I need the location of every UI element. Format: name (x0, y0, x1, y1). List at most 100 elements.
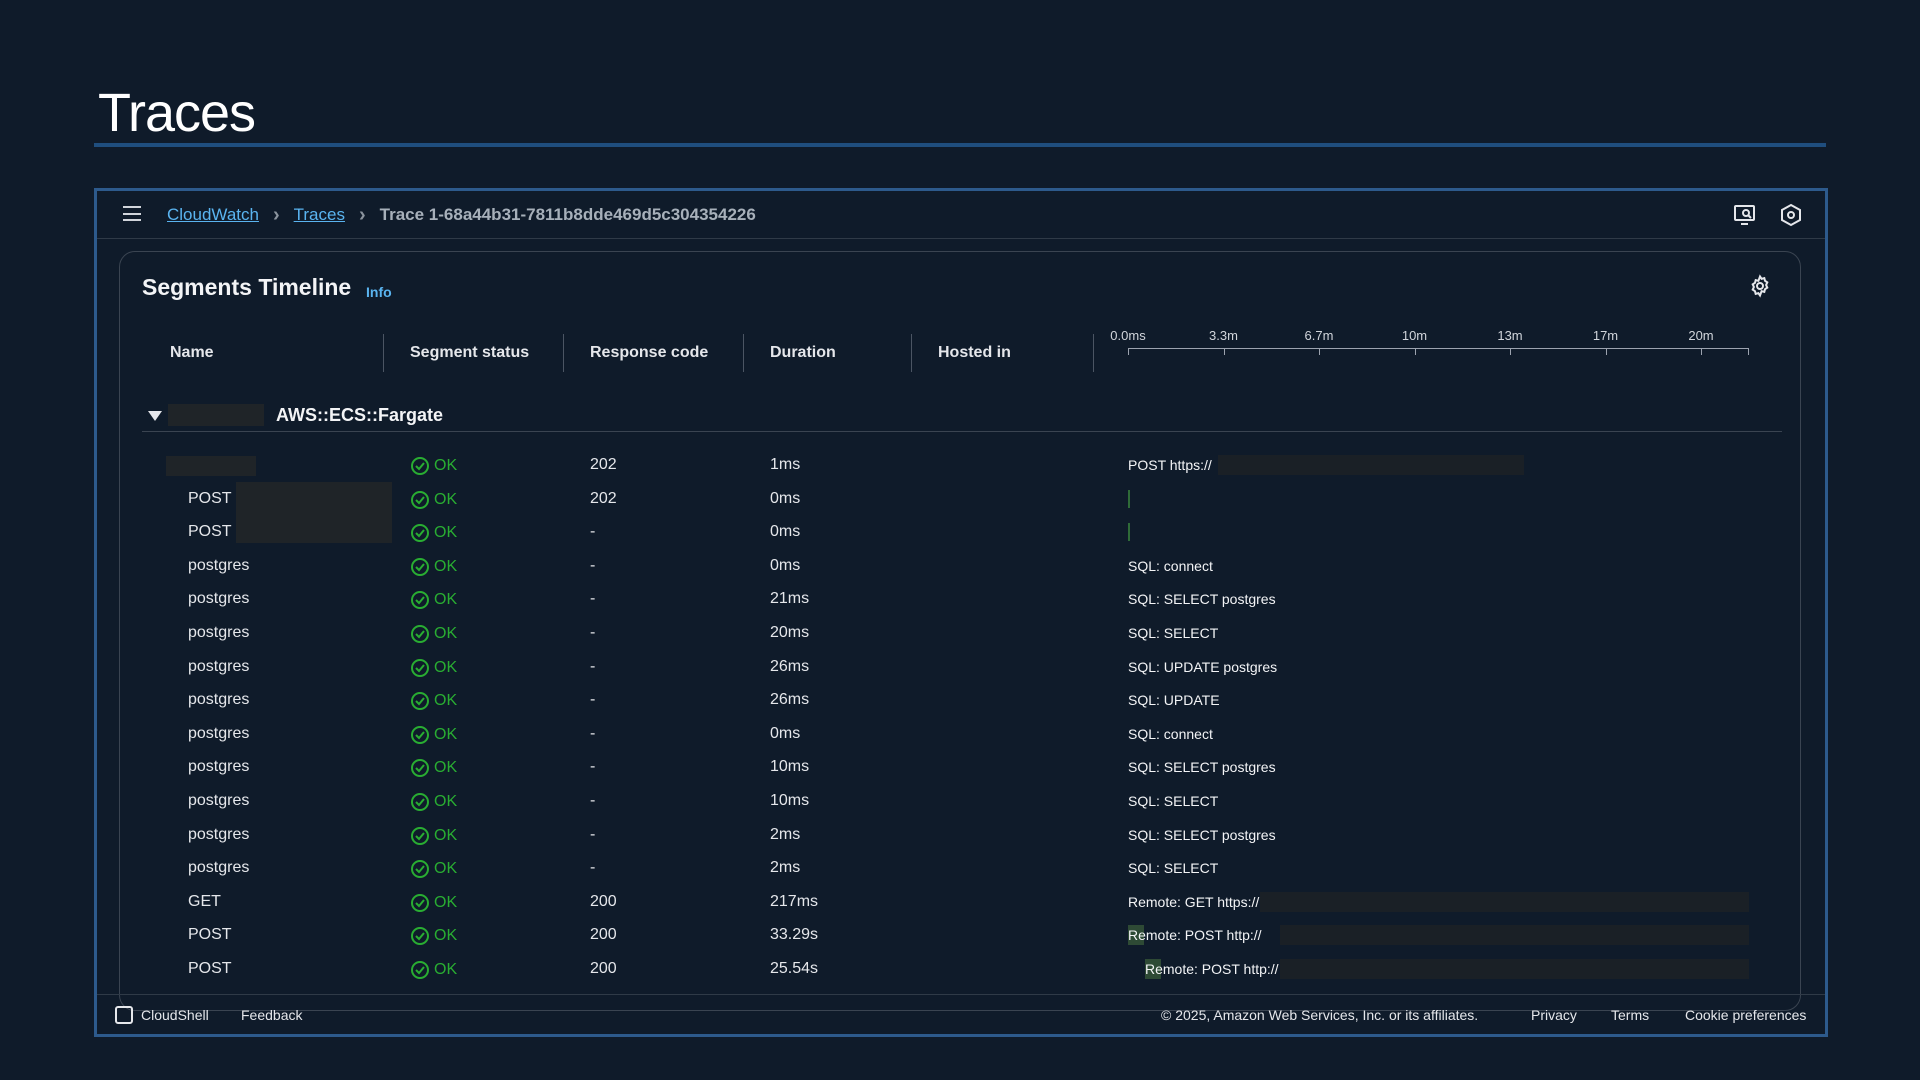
terms-link[interactable]: Terms (1611, 1007, 1649, 1023)
info-link[interactable]: Info (366, 284, 392, 300)
page-title: Traces (98, 83, 256, 143)
table-row[interactable]: postgres OK - 2ms SQL: SELECT (120, 851, 1800, 885)
breadcrumb-cloudwatch[interactable]: CloudWatch (167, 205, 259, 225)
table-row[interactable]: postgres OK - 10ms SQL: SELECT (120, 784, 1800, 818)
timeline-label: Remote: GET https:// (1128, 893, 1260, 910)
breadcrumb-traces[interactable]: Traces (294, 205, 345, 225)
table-row[interactable]: postgres OK - 21ms SQL: SELECT postgres (120, 582, 1800, 616)
table-row[interactable]: POST OK - 0ms (120, 509, 1800, 549)
privacy-link[interactable]: Privacy (1531, 1007, 1577, 1023)
cloudshell-link[interactable]: CloudShell (141, 1007, 209, 1023)
timeline-bar[interactable] (1218, 455, 1524, 475)
duration: 217ms (770, 892, 819, 910)
status-badge: OK (410, 590, 457, 610)
hamburger-icon[interactable] (123, 206, 141, 221)
duration: 10ms (770, 792, 810, 809)
group-name: AWS::ECS::Fargate (276, 405, 444, 425)
table-row[interactable]: postgres OK - 2ms SQL: SELECT postgres (120, 818, 1800, 852)
duration: 0ms (770, 556, 801, 574)
status-badge: OK (410, 557, 457, 577)
check-circle-icon (411, 927, 429, 946)
timeline-bar[interactable] (1128, 523, 1130, 542)
response-code: - (590, 758, 596, 776)
column-divider[interactable] (911, 334, 912, 372)
table-row[interactable]: postgres OK - 26ms SQL: UPDATE postgres (120, 650, 1800, 684)
response-code: - (590, 624, 596, 641)
status-badge: OK (410, 725, 457, 745)
column-divider[interactable] (743, 334, 744, 372)
column-divider[interactable] (1093, 334, 1094, 372)
top-navigation: CloudWatch › Traces › Trace 1-68a44b31-7… (97, 191, 1825, 239)
column-response-code[interactable]: Response code (590, 344, 708, 362)
duration: 21ms (770, 590, 810, 608)
timeline-bar[interactable] (1280, 959, 1749, 979)
column-segment-status[interactable]: Segment status (410, 344, 529, 362)
response-code: - (590, 792, 596, 809)
status-badge: OK (410, 658, 457, 678)
status-badge: OK (410, 960, 457, 980)
timeline-label: SQL: SELECT postgres (1128, 591, 1276, 608)
duration: 25.54s (770, 960, 819, 977)
timeline-axis: 0.0ms 3.3m 6.7m 10m 13m 17m 20m (1110, 324, 1749, 355)
timeline-bar[interactable] (1280, 925, 1749, 946)
monitor-search-icon[interactable] (1733, 203, 1757, 227)
duration: 26ms (770, 691, 810, 709)
column-duration[interactable]: Duration (770, 344, 836, 362)
title-divider (94, 143, 1826, 147)
check-circle-icon (411, 961, 429, 979)
column-name[interactable]: Name (170, 344, 214, 362)
response-code: - (590, 724, 596, 742)
chevron-right-icon: › (358, 203, 366, 226)
segment-name: postgres (188, 758, 250, 776)
duration: 2ms (770, 825, 801, 843)
status-badge: OK (410, 456, 457, 476)
table-row[interactable]: GET OK 200 217ms Remote: GET https:// (120, 885, 1800, 919)
axis-tick (1510, 348, 1511, 355)
table-row[interactable]: postgres OK - 10ms SQL: SELECT postgres (120, 750, 1800, 784)
table-row[interactable]: POST OK 200 25.54s Remote: POST http:// (120, 952, 1800, 986)
duration: 0ms (770, 489, 801, 507)
segment-name: postgres (188, 556, 250, 574)
column-divider[interactable] (383, 334, 384, 372)
check-circle-icon (411, 658, 429, 677)
table-row[interactable]: POST OK 200 33.29s Remote: POST http:// (120, 918, 1800, 952)
redacted-block (166, 456, 256, 476)
status-badge: OK (410, 490, 457, 510)
table-row[interactable]: postgres OK - 20ms SQL: SELECT (120, 616, 1800, 650)
axis-tick-label: 3.3m (1209, 328, 1238, 343)
chevron-right-icon: › (272, 203, 280, 226)
column-hosted-in[interactable]: Hosted in (938, 344, 1011, 362)
axis-tick (1128, 348, 1129, 355)
terminal-icon[interactable] (115, 1006, 133, 1024)
check-circle-icon (411, 793, 429, 811)
feedback-link[interactable]: Feedback (241, 1007, 302, 1023)
timeline-label: SQL: SELECT (1128, 793, 1219, 809)
timeline-label: SQL: SELECT (1128, 625, 1219, 641)
column-divider[interactable] (563, 334, 564, 372)
table-row[interactable]: postgres OK - 0ms SQL: connect (120, 717, 1800, 751)
response-code: - (590, 859, 596, 877)
timeline-label: Remote: POST http:// (1145, 961, 1279, 977)
table-row[interactable]: postgres OK - 26ms SQL: UPDATE (120, 683, 1800, 717)
timeline-bar[interactable] (1260, 891, 1749, 912)
check-circle-icon (411, 557, 429, 576)
caret-down-icon[interactable] (148, 411, 162, 421)
group-row-fargate[interactable]: AWS::ECS::Fargate (142, 402, 1782, 432)
status-text: OK (434, 591, 458, 609)
status-badge: OK (410, 826, 457, 846)
footer: CloudShell Feedback © 2025, Amazon Web S… (97, 994, 1825, 1034)
status-text: OK (434, 490, 458, 508)
axis-tick-label: 10m (1401, 328, 1428, 343)
duration: 0ms (770, 724, 801, 742)
gear-icon[interactable] (1748, 274, 1772, 298)
axis-tick (1605, 348, 1607, 355)
table-row[interactable]: OK 202 1ms POST https:// (120, 448, 1800, 482)
check-circle-icon (411, 490, 429, 509)
status-badge: OK (410, 624, 457, 644)
timeline-bar[interactable] (1128, 489, 1130, 508)
check-circle-icon (411, 625, 429, 643)
table-row[interactable]: postgres OK - 0ms SQL: connect (120, 549, 1800, 583)
settings-hex-icon[interactable] (1779, 203, 1803, 227)
cookie-preferences-link[interactable]: Cookie preferences (1685, 1007, 1806, 1023)
duration: 2ms (770, 859, 801, 877)
